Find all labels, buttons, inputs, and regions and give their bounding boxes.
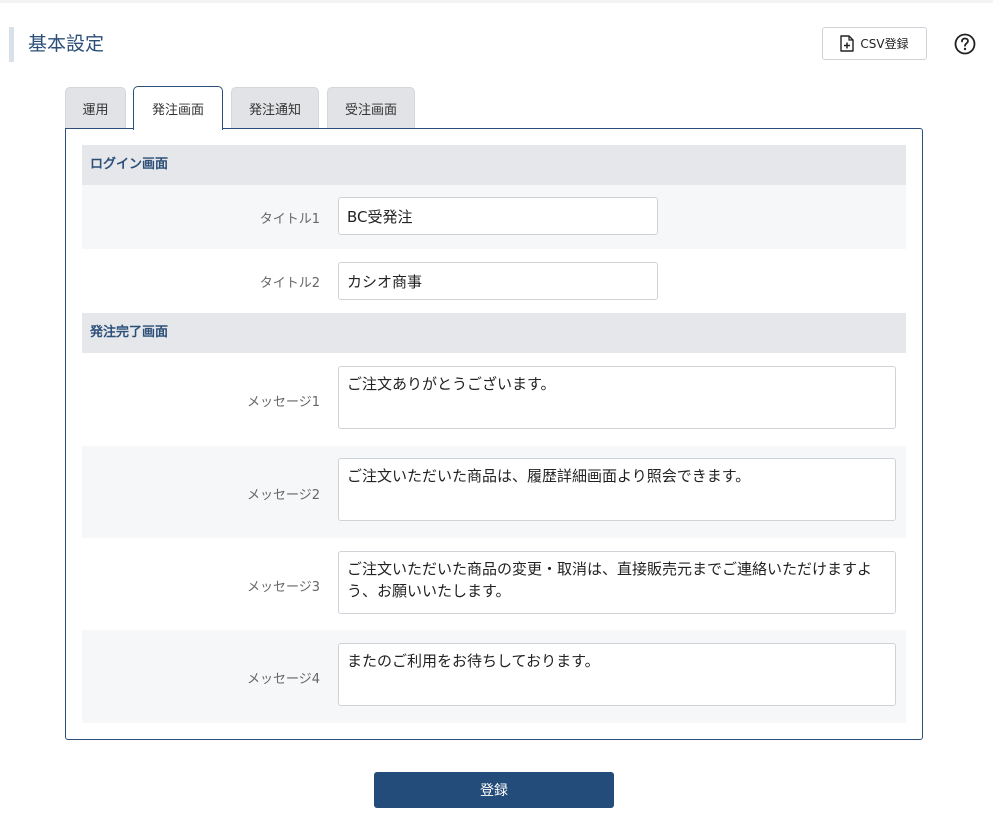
message2-textarea[interactable]: ご注文いただいた商品は、履歴詳細画面より照会できます。 [338,458,896,521]
page-title: 基本設定 [28,33,105,55]
tab-label: 発注通知 [248,102,301,118]
form-row-title1: タイトル1 [82,185,906,249]
field-label: タイトル1 [259,212,320,227]
form-row-title2: タイトル2 [82,249,906,313]
form-row-message3: メッセージ3 ご注文いただいた商品の変更・取消は、直接販売元までご連絡いただけま… [82,538,906,630]
message4-textarea[interactable]: またのご利用をお待ちしております。 [338,643,896,706]
title1-input[interactable] [338,197,658,235]
message3-textarea[interactable]: ご注文いただいた商品の変更・取消は、直接販売元までご連絡いただけますよう、お願い… [338,551,896,614]
form-row-message4: メッセージ4 またのご利用をお待ちしております。 [82,630,906,723]
field-label: メッセージ1 [246,395,320,410]
form-row-message1: メッセージ1 ご注文ありがとうございます。 [82,353,906,446]
section-heading-order-complete: 発注完了画面 [82,313,906,353]
field-label: メッセージ2 [246,488,320,503]
form-row-message2: メッセージ2 ご注文いただいた商品は、履歴詳細画面より照会できます。 [82,446,906,538]
register-button[interactable]: 登録 [374,772,614,808]
field-label: メッセージ4 [246,672,320,687]
csv-register-button[interactable]: CSV登録 [822,27,927,60]
title-accent-bar [9,27,14,62]
top-divider [0,0,993,3]
tab-label: 発注画面 [151,103,204,118]
title2-input[interactable] [338,262,658,300]
tab-operation[interactable]: 運用 [65,87,126,128]
tab-order-notification[interactable]: 発注通知 [231,87,319,128]
message1-textarea[interactable]: ご注文ありがとうございます。 [338,366,896,429]
file-plus-icon [840,35,855,52]
csv-button-label: CSV登録 [860,37,909,51]
question-circle-icon [954,33,976,59]
tab-label: 運用 [82,102,109,118]
tab-received-order-screen[interactable]: 受注画面 [327,87,415,128]
section-heading-login: ログイン画面 [82,145,906,185]
tab-label: 受注画面 [344,102,397,118]
field-label: メッセージ3 [246,580,320,595]
field-label: タイトル2 [259,276,320,291]
tab-order-screen[interactable]: 発注画面 [133,86,223,130]
settings-panel: ログイン画面 タイトル1 タイトル2 発注完了画面 メッセージ1 ご注文ありがと… [65,128,923,740]
help-button[interactable] [954,33,976,55]
